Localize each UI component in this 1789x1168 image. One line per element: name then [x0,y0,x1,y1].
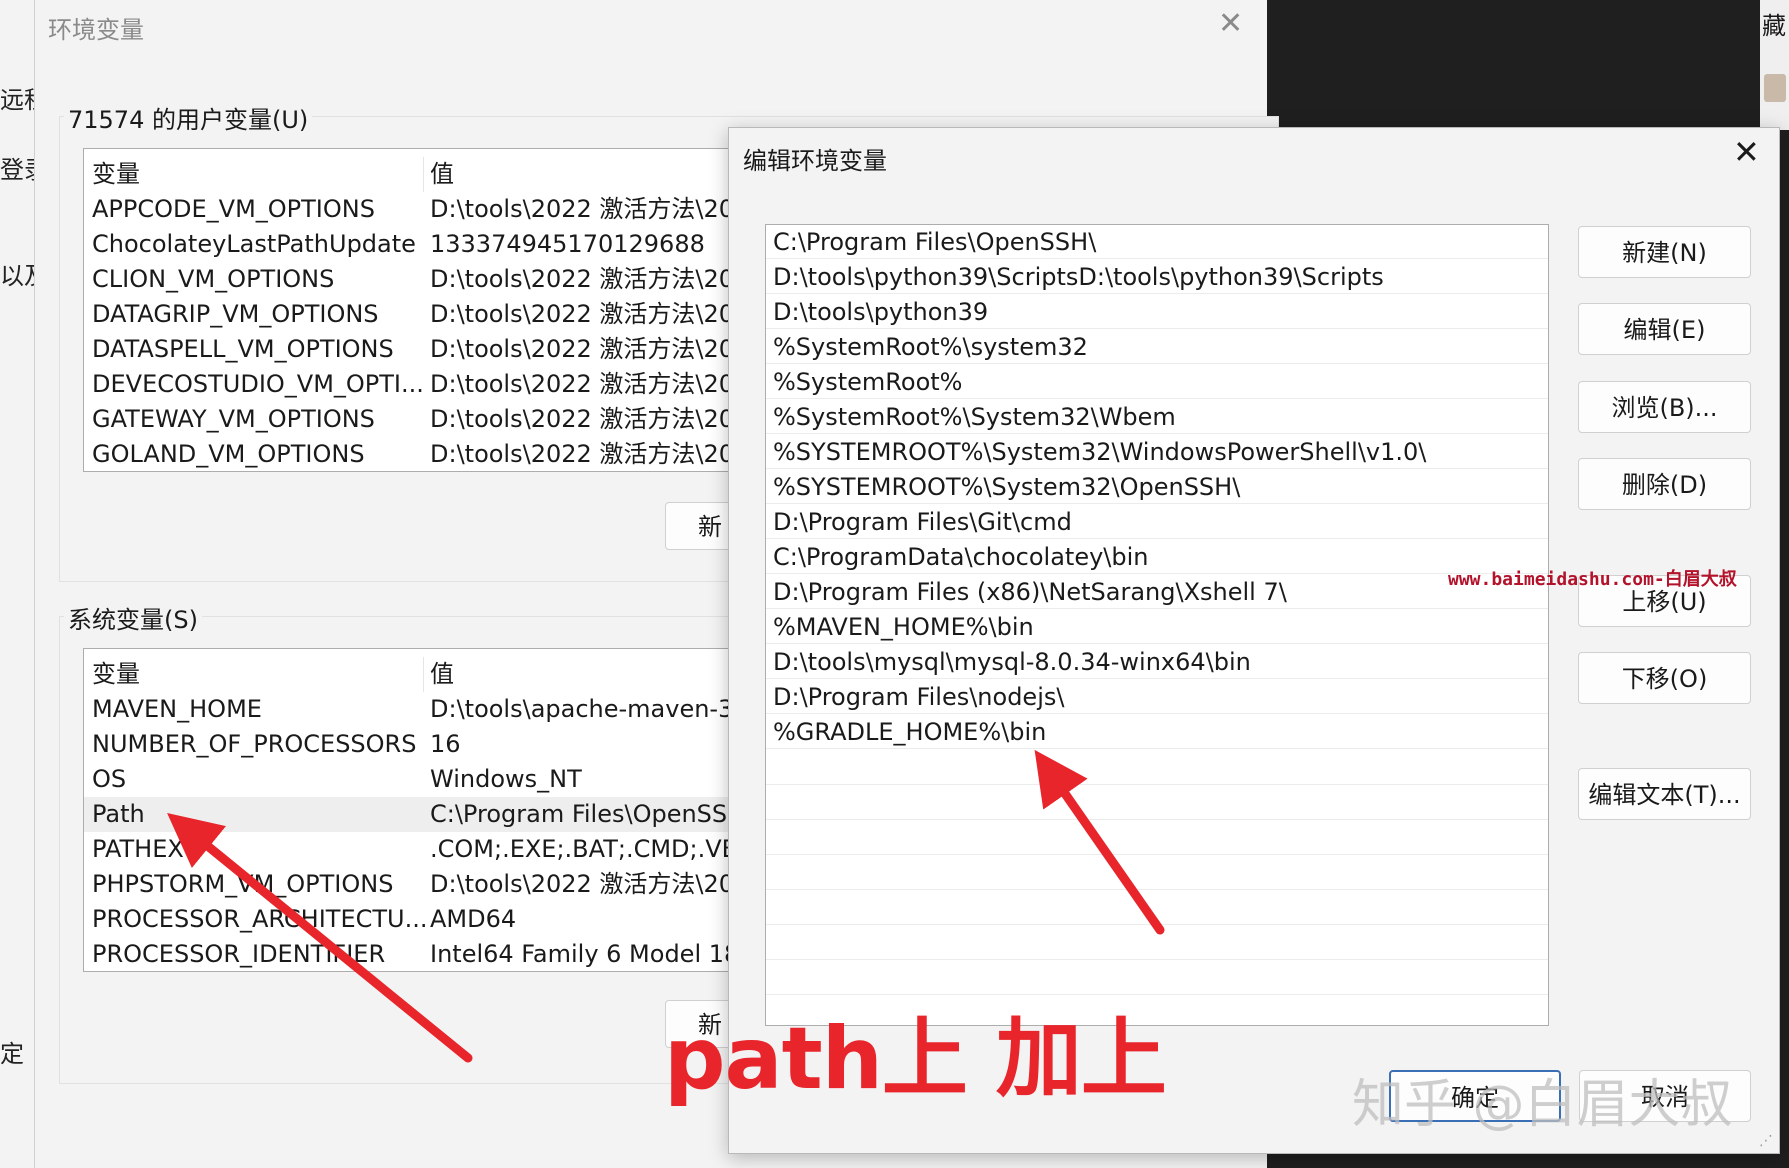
annotation-text: path上 加上 [664,1009,1167,1109]
site-watermark: www.baimeidashu.com-白眉大叔 [1448,569,1737,590]
arrow-to-gradle-entry [1034,749,1165,935]
arrow-to-path-variable [167,812,473,1063]
zhihu-watermark: 知乎 @白眉大叔 [1352,1075,1733,1135]
